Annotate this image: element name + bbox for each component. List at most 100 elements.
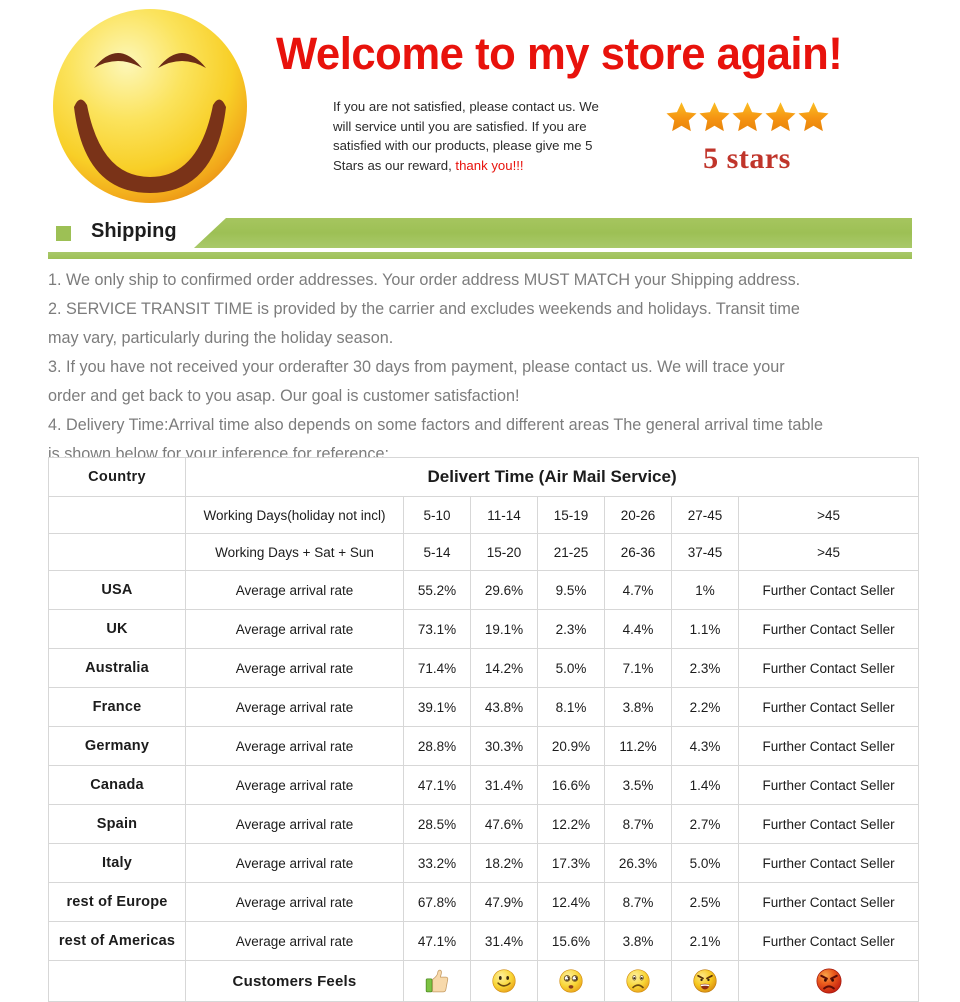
row-value: 73.1% [403, 609, 471, 649]
row-value: 8.1% [537, 687, 605, 727]
row-further-contact: Further Contact Seller [737, 726, 920, 766]
page-title: Welcome to my store again! [276, 28, 843, 79]
row-value: 4.3% [671, 726, 739, 766]
customers-feels-row: Customers Feels [48, 960, 920, 1002]
days-value: 15-20 [470, 533, 538, 571]
row-value: 12.4% [537, 882, 605, 922]
section-title: Shipping [91, 220, 177, 242]
table-row: Working Days(holiday not incl) 5-10 11-1… [48, 496, 920, 534]
row-value: 8.7% [604, 882, 672, 922]
stars-label: 5 stars [703, 142, 791, 175]
row-rate-label: Average arrival rate [185, 687, 404, 727]
row-country: Germany [48, 726, 186, 766]
row-value: 5.0% [537, 648, 605, 688]
row-value: 4.7% [604, 570, 672, 610]
row-rate-label: Average arrival rate [185, 882, 404, 922]
row-further-contact: Further Contact Seller [737, 882, 920, 922]
days-value: 5-14 [403, 533, 471, 571]
row-country: USA [48, 570, 186, 610]
star-icon [665, 102, 697, 132]
row-further-contact: Further Contact Seller [737, 687, 920, 727]
row-rate-label: Average arrival rate [185, 648, 404, 688]
days-value: 21-25 [537, 533, 605, 571]
row-value: 3.8% [604, 687, 672, 727]
row-further-contact: Further Contact Seller [737, 843, 920, 883]
row-value: 3.5% [604, 765, 672, 805]
days-value-last: >45 [737, 496, 920, 534]
empty-cell [48, 960, 186, 1002]
row-value: 15.6% [537, 921, 605, 961]
table-header-row: Country Delivert Time (Air Mail Service) [48, 457, 920, 497]
row-value: 8.7% [604, 804, 672, 844]
policy-line: may vary, particularly during the holida… [48, 329, 394, 347]
banner-underbar [48, 252, 912, 259]
table-row: Italy Average arrival rate 33.2% 18.2% 1… [48, 843, 920, 883]
row-value: 20.9% [537, 726, 605, 766]
paragraph-line-2: will service until you are satisfied. If… [333, 118, 587, 134]
customers-feels-label: Customers Feels [185, 960, 404, 1002]
star-icon [797, 102, 829, 132]
policy-line: order and get back to you asap. Our goal… [48, 387, 520, 405]
shipping-section-banner: Shipping [48, 218, 912, 259]
five-star-rating [652, 100, 842, 134]
days-value: 27-45 [671, 496, 739, 534]
row-value: 1% [671, 570, 739, 610]
row-value: 11.2% [604, 726, 672, 766]
row-value: 2.1% [671, 921, 739, 961]
days-value: 37-45 [671, 533, 739, 571]
rating-block: 5 stars [652, 100, 842, 176]
policy-line: 4. Delivery Time:Arrival time also depen… [48, 416, 823, 434]
row-value: 43.8% [470, 687, 538, 727]
row-further-contact: Further Contact Seller [737, 609, 920, 649]
days-value: 20-26 [604, 496, 672, 534]
row-value: 47.9% [470, 882, 538, 922]
days-label: Working Days + Sat + Sun [185, 533, 404, 571]
row-value: 67.8% [403, 882, 471, 922]
row-value: 3.8% [604, 921, 672, 961]
policy-line: 1. We only ship to confirmed order addre… [48, 271, 801, 289]
row-rate-label: Average arrival rate [185, 765, 404, 805]
row-value: 47.6% [470, 804, 538, 844]
row-country: France [48, 687, 186, 727]
angry-yelling-face-icon [671, 960, 739, 1002]
days-label: Working Days(holiday not incl) [185, 496, 404, 534]
row-rate-label: Average arrival rate [185, 570, 404, 610]
row-value: 28.5% [403, 804, 471, 844]
row-value: 31.4% [470, 765, 538, 805]
row-value: 2.5% [671, 882, 739, 922]
row-value: 47.1% [403, 765, 471, 805]
row-value: 9.5% [537, 570, 605, 610]
row-rate-label: Average arrival rate [185, 609, 404, 649]
table-row: Germany Average arrival rate 28.8% 30.3%… [48, 726, 920, 766]
table-row: Spain Average arrival rate 28.5% 47.6% 1… [48, 804, 920, 844]
smiling-face-icon [470, 960, 538, 1002]
days-value: 15-19 [537, 496, 605, 534]
days-value-last: >45 [737, 533, 920, 571]
table-row: France Average arrival rate 39.1% 43.8% … [48, 687, 920, 727]
paragraph-line-3: satisfied with our products, please give… [333, 138, 593, 153]
row-rate-label: Average arrival rate [185, 921, 404, 961]
row-value: 39.1% [403, 687, 471, 727]
policy-line: 2. SERVICE TRANSIT TIME is provided by t… [48, 300, 800, 318]
satisfaction-paragraph: If you are not satisfied, please contact… [333, 97, 653, 175]
row-value: 4.4% [604, 609, 672, 649]
row-value: 19.1% [470, 609, 538, 649]
table-row: Working Days + Sat + Sun 5-14 15-20 21-2… [48, 533, 920, 571]
row-country: UK [48, 609, 186, 649]
row-value: 5.0% [671, 843, 739, 883]
paragraph-line-1: If you are not satisfied, please contact… [333, 99, 599, 114]
row-further-contact: Further Contact Seller [737, 921, 920, 961]
row-value: 31.4% [470, 921, 538, 961]
row-value: 14.2% [470, 648, 538, 688]
red-angry-face-icon [737, 960, 920, 1002]
row-further-contact: Further Contact Seller [737, 804, 920, 844]
dizzy-face-icon [537, 960, 605, 1002]
days-value: 5-10 [403, 496, 471, 534]
header-delivery-time: Delivert Time (Air Mail Service) [184, 457, 920, 497]
row-value: 7.1% [604, 648, 672, 688]
empty-cell [48, 533, 186, 571]
row-value: 2.3% [671, 648, 739, 688]
empty-cell [48, 496, 186, 534]
row-country: rest of Americas [48, 921, 186, 961]
row-value: 2.3% [537, 609, 605, 649]
